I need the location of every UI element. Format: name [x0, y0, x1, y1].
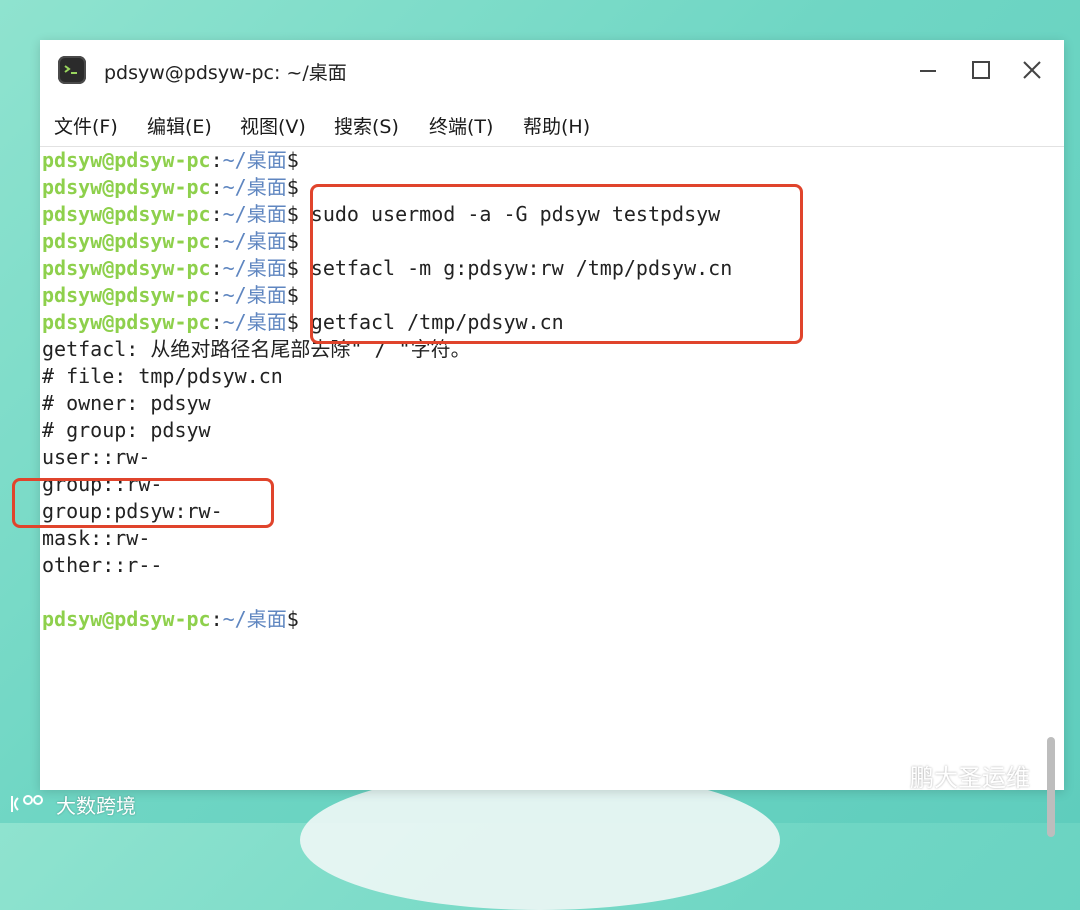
watermark-left: 大数跨境	[8, 790, 136, 818]
title-bar: pdsyw@pdsyw-pc: ~/桌面	[40, 40, 1064, 98]
terminal-output-area[interactable]: pdsyw@pdsyw-pc:~/桌面$ pdsyw@pdsyw-pc:~/桌面…	[12, 147, 1064, 837]
terminal-prompt-line: pdsyw@pdsyw-pc:~/桌面$	[42, 175, 299, 199]
window-title: pdsyw@pdsyw-pc: ~/桌面	[104, 62, 347, 84]
terminal-output-line: # owner: pdsyw	[42, 391, 211, 415]
terminal-app-icon	[58, 56, 86, 84]
menu-file[interactable]: 文件(F)	[54, 112, 118, 139]
watermark-left-text: 大数跨境	[56, 793, 136, 818]
brand-logo-icon	[11, 795, 43, 812]
terminal-output-line: # file: tmp/pdsyw.cn	[42, 364, 283, 388]
menu-bar: 文件(F) 编辑(E) 视图(V) 搜索(S) 终端(T) 帮助(H)	[40, 98, 1064, 147]
terminal-prompt-line: pdsyw@pdsyw-pc:~/桌面$	[42, 148, 299, 172]
acl-entry-highlight-box	[12, 478, 274, 528]
minimize-icon[interactable]	[914, 56, 942, 84]
menu-edit[interactable]: 编辑(E)	[147, 112, 212, 139]
terminal-output-line: user::rw-	[42, 445, 151, 469]
terminal-output-line: other::r--	[42, 553, 163, 577]
menu-search[interactable]: 搜索(S)	[334, 112, 399, 139]
menu-help[interactable]: 帮助(H)	[523, 112, 590, 139]
background-decoration	[300, 770, 780, 910]
menu-terminal[interactable]: 终端(T)	[429, 112, 493, 139]
terminal-output-line: mask::rw-	[42, 526, 151, 550]
terminal-current-prompt[interactable]: pdsyw@pdsyw-pc:~/桌面$	[42, 606, 299, 633]
watermark-right: 鹏大圣运维	[862, 757, 1030, 793]
watermark-right-text: 鹏大圣运维	[910, 763, 1030, 792]
terminal-window: pdsyw@pdsyw-pc: ~/桌面 文件(F) 编辑(E) 视图(V) 搜…	[12, 40, 1064, 837]
commands-highlight-box	[310, 184, 803, 344]
maximize-icon[interactable]	[967, 56, 995, 84]
menu-view[interactable]: 视图(V)	[240, 112, 306, 139]
wechat-icon	[864, 762, 899, 787]
terminal-output-line: # group: pdsyw	[42, 418, 211, 442]
scrollbar[interactable]	[1047, 737, 1055, 837]
close-icon[interactable]	[1018, 56, 1046, 84]
terminal-prompt-line: pdsyw@pdsyw-pc:~/桌面$	[42, 229, 299, 253]
terminal-prompt-line: pdsyw@pdsyw-pc:~/桌面$	[42, 283, 299, 307]
